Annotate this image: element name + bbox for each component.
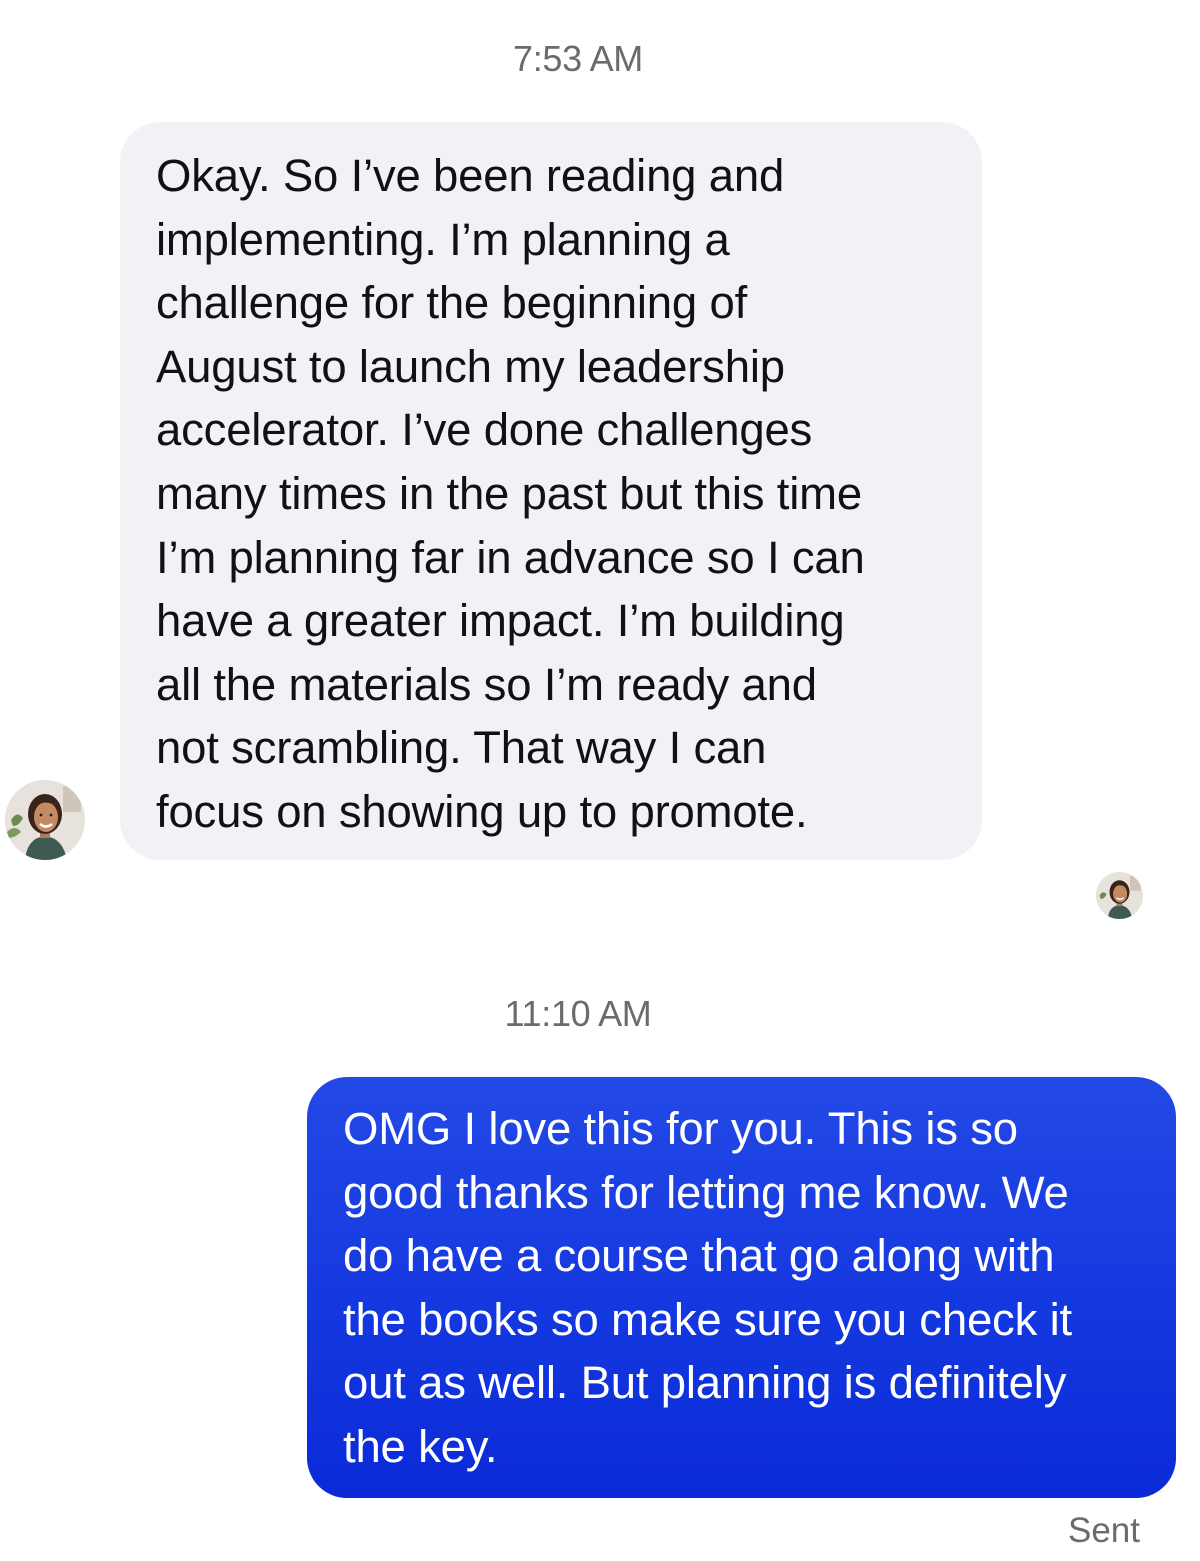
message-line: OMG I love this for you. This is so bbox=[343, 1103, 1018, 1154]
message-line: out as well. But planning is definitely bbox=[343, 1357, 1067, 1409]
message-line: August to launch my leadership bbox=[156, 340, 785, 392]
sent-status: Sent bbox=[1068, 1511, 1140, 1550]
message-line: accelerator. I’ve done challenges bbox=[156, 404, 813, 456]
outgoing-message-bubble[interactable]: OMG I love this for you. This is so good… bbox=[307, 1077, 1176, 1498]
message-line: focus on showing up to promote. bbox=[156, 785, 808, 837]
read-receipt-avatar bbox=[1096, 872, 1143, 919]
timestamp: 11:10 AM bbox=[504, 993, 652, 1034]
contact-avatar[interactable] bbox=[5, 780, 85, 860]
incoming-message-bubble[interactable]: Okay. So I’ve been reading and implement… bbox=[120, 122, 982, 860]
contact-avatar-icon bbox=[5, 780, 85, 860]
message-line: all the materials so I’m ready and bbox=[156, 658, 817, 710]
message-line: not scrambling. That way I can bbox=[156, 722, 767, 774]
message-line: Okay. So I’ve been reading and bbox=[156, 150, 785, 201]
message-line: good thanks for letting me know. We bbox=[343, 1166, 1069, 1218]
message-line: have a greater impact. I’m building bbox=[156, 595, 845, 647]
message-line: the books so make sure you check it bbox=[343, 1293, 1072, 1345]
timestamp: 7:53 AM bbox=[513, 38, 643, 79]
message-line: the key. bbox=[343, 1420, 498, 1472]
message-line: do have a course that go along with bbox=[343, 1230, 1055, 1282]
message-line: many times in the past but this time bbox=[156, 467, 862, 519]
message-line: I’m planning far in advance so I can bbox=[156, 531, 865, 583]
read-receipt-avatar-icon bbox=[1096, 872, 1143, 919]
message-line: implementing. I’m planning a bbox=[156, 213, 730, 265]
message-line: challenge for the beginning of bbox=[156, 277, 748, 329]
